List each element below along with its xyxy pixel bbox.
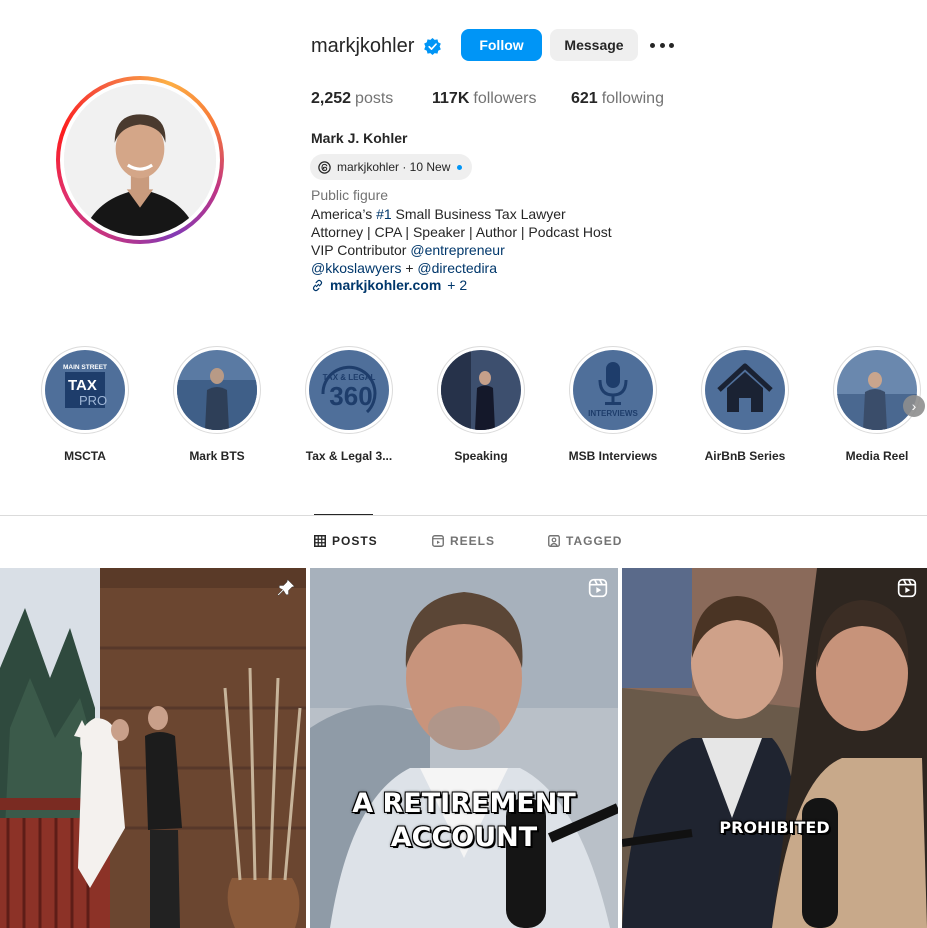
more-links[interactable]: + 2 [447,277,467,293]
highlight-cover [173,346,261,434]
external-link-text[interactable]: markjkohler.com [330,277,441,293]
tagged-icon [548,535,560,547]
reels-icon [432,535,444,547]
post-tile-2[interactable]: A RETIREMENT ACCOUNT [310,568,618,928]
tab-reels-label: REELS [450,534,496,548]
post-tile-3[interactable]: PROHIBITED [622,568,927,928]
tab-reels[interactable]: REELS [432,534,495,548]
post-caption: PROHIBITED [719,818,830,837]
bio-line-1: America’s #1 Small Business Tax Lawyer [311,206,566,222]
follow-button[interactable]: Follow [461,29,542,61]
svg-text:PRO: PRO [79,393,107,408]
mention-directedira-link[interactable]: @directedira [417,260,497,276]
tab-posts[interactable]: POSTS [314,534,378,548]
posts-count-label: posts [355,90,394,107]
post-reel-thumbnail [622,568,927,928]
threads-icon [318,160,331,174]
svg-text:360: 360 [329,381,372,411]
link-icon [312,279,323,291]
reels-icon [897,578,917,598]
highlight-label: MSB Interviews [568,449,658,463]
mention-entrepreneur-link[interactable]: @entrepreneur [410,242,504,258]
highlight-cover [437,346,525,434]
mention-kkoslawyers-link[interactable]: @kkoslawyers [311,260,401,276]
highlight-label: Speaking [454,449,508,463]
photo-icon [177,350,257,430]
svg-text:INTERVIEWS: INTERVIEWS [588,409,638,418]
highlight-cover [833,346,921,434]
followers-link[interactable]: 117K followers [432,90,537,108]
highlight-mark-bts[interactable]: Mark BTS [172,346,262,463]
highlight-label: Tax & Legal 3... [305,449,393,463]
highlight-cover: INTERVIEWS [569,346,657,434]
pin-icon [277,579,295,596]
highlight-cover: MAIN STREET TAX PRO [41,346,129,434]
more-options-icon[interactable] [650,35,674,55]
followers-count-label: followers [473,90,537,107]
avatar[interactable] [64,84,216,236]
avatar-frame [60,80,220,240]
highlight-label: MSCTA [64,449,106,463]
grid-icon [314,535,326,547]
highlight-airbnb-series[interactable]: AirBnB Series [700,346,790,463]
following-count-label: following [601,90,664,107]
profile-category: Public figure [311,187,389,203]
highlight-label: AirBnB Series [704,449,786,463]
profile-username: markjkohler [311,35,415,57]
svg-text:MAIN STREET: MAIN STREET [63,364,107,371]
tax-legal-360-logo-icon: TAX & LEGAL 360 [309,350,389,430]
profile-full-name: Mark J. Kohler [311,130,408,146]
highlight-cover: TAX & LEGAL 360 [305,346,393,434]
tab-tagged-label: TAGGED [566,534,623,548]
message-button[interactable]: Message [550,29,638,61]
highlight-tax-legal-360[interactable]: TAX & LEGAL 360 Tax & Legal 3... [304,346,394,463]
followers-count-value: 117K [432,90,470,107]
post-caption: A RETIREMENT ACCOUNT [310,787,618,855]
bio-line-2: Attorney | CPA | Speaker | Author | Podc… [311,224,612,240]
bio-line-3: VIP Contributor @entrepreneur [311,242,505,258]
highlight-msb-interviews[interactable]: INTERVIEWS MSB Interviews [568,346,658,463]
highlights-next-chevron-icon[interactable]: › [903,395,925,417]
photo-icon [441,350,521,430]
svg-text:TAX: TAX [68,377,97,394]
verified-badge-icon [424,37,441,56]
microphone-icon: INTERVIEWS [573,350,653,430]
profile-avatar-ring[interactable] [56,76,224,244]
tax-pro-logo-icon: MAIN STREET TAX PRO [45,350,125,430]
photo-icon [837,350,917,430]
threads-badge-label: markjkohler · 10 New [337,160,451,174]
reels-icon [588,578,608,598]
highlight-speaking[interactable]: Speaking [436,346,526,463]
post-caption-line-1: A RETIREMENT [352,788,576,819]
following-count-value: 621 [571,90,598,107]
following-link[interactable]: 621 following [571,90,664,108]
post-reel-thumbnail [310,568,618,928]
tabs-divider [0,515,927,516]
threads-badge[interactable]: markjkohler · 10 New [310,154,473,180]
highlight-cover [701,346,789,434]
bio-line-4: @kkoslawyers + @directedira [311,260,497,276]
posts-count: 2,252 posts [311,90,393,108]
tab-posts-label: POSTS [332,534,378,548]
posts-count-value: 2,252 [311,90,352,107]
highlight-mscta[interactable]: MAIN STREET TAX PRO MSCTA [40,346,130,463]
hashtag-link[interactable]: #1 [376,206,392,222]
post-tile-1[interactable] [0,568,306,928]
post-caption-line-2: ACCOUNT [390,822,538,853]
new-indicator-dot [457,164,463,170]
highlight-label: Mark BTS [189,449,245,463]
tab-tagged[interactable]: TAGGED [548,534,622,548]
profile-bio: America’s #1 Small Business Tax Lawyer A… [311,205,612,277]
house-icon [705,350,785,430]
active-tab-indicator [314,514,373,515]
external-link[interactable]: markjkohler.com + 2 [311,277,467,293]
highlight-label: Media Reel [845,449,909,463]
post-image [0,568,306,928]
avatar-photo [64,84,216,236]
